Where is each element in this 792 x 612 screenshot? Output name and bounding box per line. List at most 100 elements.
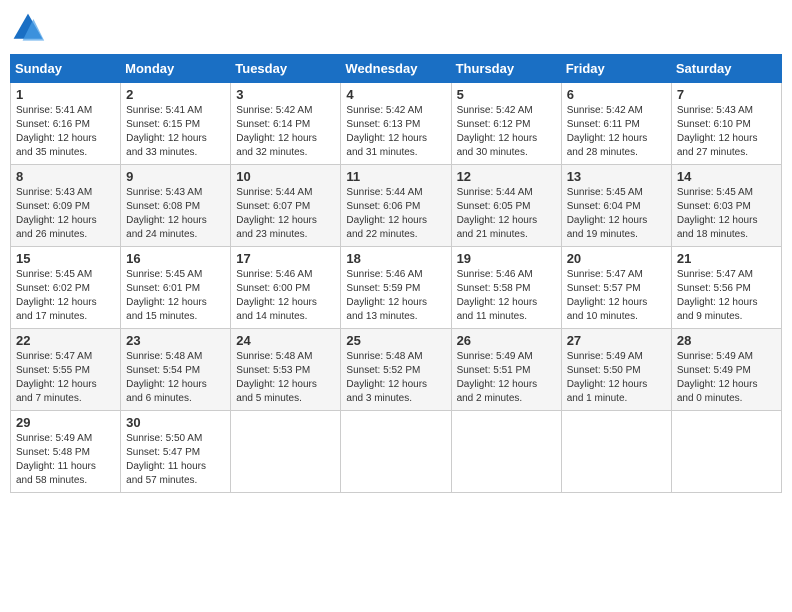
day-info: Sunrise: 5:45 AMSunset: 6:01 PMDaylight:… [126,268,225,324]
calendar-cell: 15 Sunrise: 5:45 AMSunset: 6:02 PMDaylig… [11,247,121,329]
weekday-header: Friday [561,55,671,83]
calendar-cell [341,411,451,493]
calendar-cell: 6 Sunrise: 5:42 AMSunset: 6:11 PMDayligh… [561,83,671,165]
day-number: 9 [126,169,225,184]
day-number: 6 [567,87,666,102]
day-number: 10 [236,169,335,184]
calendar-cell: 5 Sunrise: 5:42 AMSunset: 6:12 PMDayligh… [451,83,561,165]
calendar-cell: 24 Sunrise: 5:48 AMSunset: 5:53 PMDaylig… [231,329,341,411]
day-info: Sunrise: 5:43 AMSunset: 6:08 PMDaylight:… [126,186,225,242]
calendar-cell: 25 Sunrise: 5:48 AMSunset: 5:52 PMDaylig… [341,329,451,411]
day-info: Sunrise: 5:44 AMSunset: 6:07 PMDaylight:… [236,186,335,242]
day-info: Sunrise: 5:49 AMSunset: 5:51 PMDaylight:… [457,350,556,406]
day-info: Sunrise: 5:43 AMSunset: 6:09 PMDaylight:… [16,186,115,242]
calendar-cell: 30 Sunrise: 5:50 AMSunset: 5:47 PMDaylig… [121,411,231,493]
day-number: 29 [16,415,115,430]
calendar-cell: 29 Sunrise: 5:49 AMSunset: 5:48 PMDaylig… [11,411,121,493]
calendar-cell: 10 Sunrise: 5:44 AMSunset: 6:07 PMDaylig… [231,165,341,247]
day-info: Sunrise: 5:44 AMSunset: 6:06 PMDaylight:… [346,186,445,242]
day-info: Sunrise: 5:50 AMSunset: 5:47 PMDaylight:… [126,432,225,488]
day-number: 7 [677,87,776,102]
day-info: Sunrise: 5:47 AMSunset: 5:56 PMDaylight:… [677,268,776,324]
day-number: 26 [457,333,556,348]
calendar-cell: 13 Sunrise: 5:45 AMSunset: 6:04 PMDaylig… [561,165,671,247]
day-info: Sunrise: 5:48 AMSunset: 5:54 PMDaylight:… [126,350,225,406]
day-info: Sunrise: 5:41 AMSunset: 6:16 PMDaylight:… [16,104,115,160]
day-info: Sunrise: 5:49 AMSunset: 5:50 PMDaylight:… [567,350,666,406]
calendar-cell: 19 Sunrise: 5:46 AMSunset: 5:58 PMDaylig… [451,247,561,329]
day-number: 3 [236,87,335,102]
day-number: 24 [236,333,335,348]
calendar-cell: 21 Sunrise: 5:47 AMSunset: 5:56 PMDaylig… [671,247,781,329]
day-info: Sunrise: 5:49 AMSunset: 5:49 PMDaylight:… [677,350,776,406]
calendar-week: 15 Sunrise: 5:45 AMSunset: 6:02 PMDaylig… [11,247,782,329]
day-number: 2 [126,87,225,102]
day-info: Sunrise: 5:45 AMSunset: 6:03 PMDaylight:… [677,186,776,242]
day-number: 1 [16,87,115,102]
page-header [10,10,782,46]
calendar-week: 8 Sunrise: 5:43 AMSunset: 6:09 PMDayligh… [11,165,782,247]
day-info: Sunrise: 5:46 AMSunset: 5:58 PMDaylight:… [457,268,556,324]
day-number: 14 [677,169,776,184]
day-number: 22 [16,333,115,348]
calendar-cell: 4 Sunrise: 5:42 AMSunset: 6:13 PMDayligh… [341,83,451,165]
calendar-cell [671,411,781,493]
day-number: 17 [236,251,335,266]
day-info: Sunrise: 5:45 AMSunset: 6:02 PMDaylight:… [16,268,115,324]
calendar-cell [451,411,561,493]
calendar-cell: 7 Sunrise: 5:43 AMSunset: 6:10 PMDayligh… [671,83,781,165]
day-number: 30 [126,415,225,430]
day-number: 12 [457,169,556,184]
day-number: 28 [677,333,776,348]
calendar-cell: 20 Sunrise: 5:47 AMSunset: 5:57 PMDaylig… [561,247,671,329]
day-number: 21 [677,251,776,266]
day-info: Sunrise: 5:46 AMSunset: 6:00 PMDaylight:… [236,268,335,324]
calendar-cell: 9 Sunrise: 5:43 AMSunset: 6:08 PMDayligh… [121,165,231,247]
calendar-cell: 2 Sunrise: 5:41 AMSunset: 6:15 PMDayligh… [121,83,231,165]
weekday-header: Wednesday [341,55,451,83]
day-number: 4 [346,87,445,102]
calendar-header: SundayMondayTuesdayWednesdayThursdayFrid… [11,55,782,83]
calendar-cell: 17 Sunrise: 5:46 AMSunset: 6:00 PMDaylig… [231,247,341,329]
day-number: 27 [567,333,666,348]
day-info: Sunrise: 5:44 AMSunset: 6:05 PMDaylight:… [457,186,556,242]
day-info: Sunrise: 5:46 AMSunset: 5:59 PMDaylight:… [346,268,445,324]
weekday-header: Thursday [451,55,561,83]
calendar-cell: 1 Sunrise: 5:41 AMSunset: 6:16 PMDayligh… [11,83,121,165]
calendar-cell: 8 Sunrise: 5:43 AMSunset: 6:09 PMDayligh… [11,165,121,247]
calendar-week: 1 Sunrise: 5:41 AMSunset: 6:16 PMDayligh… [11,83,782,165]
calendar-cell: 28 Sunrise: 5:49 AMSunset: 5:49 PMDaylig… [671,329,781,411]
calendar-cell: 3 Sunrise: 5:42 AMSunset: 6:14 PMDayligh… [231,83,341,165]
calendar-cell: 14 Sunrise: 5:45 AMSunset: 6:03 PMDaylig… [671,165,781,247]
day-info: Sunrise: 5:43 AMSunset: 6:10 PMDaylight:… [677,104,776,160]
calendar-cell: 18 Sunrise: 5:46 AMSunset: 5:59 PMDaylig… [341,247,451,329]
calendar-cell: 27 Sunrise: 5:49 AMSunset: 5:50 PMDaylig… [561,329,671,411]
day-info: Sunrise: 5:47 AMSunset: 5:55 PMDaylight:… [16,350,115,406]
calendar-week: 22 Sunrise: 5:47 AMSunset: 5:55 PMDaylig… [11,329,782,411]
day-number: 5 [457,87,556,102]
day-number: 11 [346,169,445,184]
day-number: 20 [567,251,666,266]
day-number: 25 [346,333,445,348]
day-number: 18 [346,251,445,266]
logo [10,10,50,46]
day-info: Sunrise: 5:42 AMSunset: 6:11 PMDaylight:… [567,104,666,160]
day-number: 8 [16,169,115,184]
calendar-cell: 11 Sunrise: 5:44 AMSunset: 6:06 PMDaylig… [341,165,451,247]
day-info: Sunrise: 5:47 AMSunset: 5:57 PMDaylight:… [567,268,666,324]
calendar-body: 1 Sunrise: 5:41 AMSunset: 6:16 PMDayligh… [11,83,782,493]
day-info: Sunrise: 5:41 AMSunset: 6:15 PMDaylight:… [126,104,225,160]
calendar-cell [561,411,671,493]
calendar-cell: 23 Sunrise: 5:48 AMSunset: 5:54 PMDaylig… [121,329,231,411]
day-info: Sunrise: 5:49 AMSunset: 5:48 PMDaylight:… [16,432,115,488]
day-number: 13 [567,169,666,184]
weekday-header: Saturday [671,55,781,83]
day-info: Sunrise: 5:42 AMSunset: 6:14 PMDaylight:… [236,104,335,160]
day-number: 15 [16,251,115,266]
day-info: Sunrise: 5:42 AMSunset: 6:12 PMDaylight:… [457,104,556,160]
day-info: Sunrise: 5:48 AMSunset: 5:53 PMDaylight:… [236,350,335,406]
calendar-cell: 22 Sunrise: 5:47 AMSunset: 5:55 PMDaylig… [11,329,121,411]
calendar-cell: 26 Sunrise: 5:49 AMSunset: 5:51 PMDaylig… [451,329,561,411]
weekday-header: Tuesday [231,55,341,83]
day-number: 16 [126,251,225,266]
